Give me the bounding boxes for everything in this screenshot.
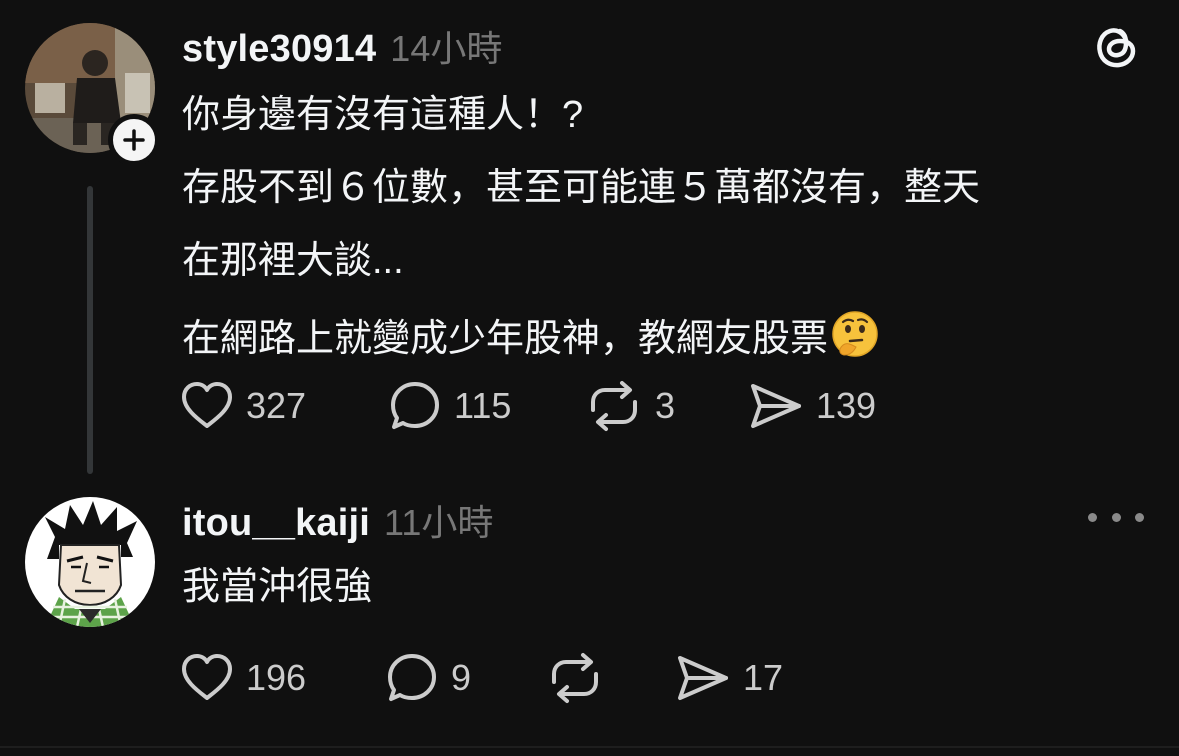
share-count: 17	[743, 657, 784, 698]
username[interactable]: style30914	[182, 28, 376, 71]
repost-button[interactable]	[546, 650, 616, 706]
comment-count: 115	[454, 385, 512, 426]
timestamp: 11小時	[384, 502, 494, 543]
thread-line	[87, 186, 93, 474]
more-horizontal-icon	[1111, 512, 1121, 522]
comment-button[interactable]: 115	[388, 378, 511, 434]
post-text-line: 你身邊有沒有這種人！?	[182, 94, 584, 136]
send-icon	[678, 656, 728, 700]
more-horizontal-icon	[1088, 512, 1097, 522]
comment-bubble-icon	[388, 654, 436, 701]
comment-count: 9	[451, 657, 472, 698]
comment-button[interactable]: 9	[385, 650, 471, 706]
username[interactable]: itou__kaiji	[182, 502, 370, 545]
send-icon	[751, 384, 801, 428]
repost-icon	[552, 653, 598, 703]
post-text-line: 在那裡大談...	[182, 240, 404, 282]
share-count: 139	[816, 385, 877, 426]
more-options-button[interactable]	[1088, 502, 1144, 532]
reply-text-line: 我當沖很強	[182, 566, 373, 608]
comment-bubble-icon	[391, 382, 439, 429]
heart-icon	[182, 382, 232, 428]
like-button[interactable]: 327	[180, 378, 306, 434]
divider	[0, 746, 1179, 748]
timestamp: 14小時	[390, 28, 503, 69]
like-button[interactable]: 196	[180, 650, 306, 706]
share-button[interactable]: 139	[748, 378, 876, 434]
post-text-line: 存股不到６位數，甚至可能連５萬都沒有，整天	[182, 167, 981, 209]
post-text: 你身邊有沒有這種人！? 存股不到６位數，甚至可能連５萬都沒有，整天 在那裡大談.…	[182, 90, 1142, 382]
follow-button[interactable]	[108, 114, 160, 166]
like-count: 327	[246, 385, 307, 426]
share-button[interactable]: 17	[675, 650, 783, 706]
repost-button[interactable]: 3	[585, 378, 675, 434]
threads-logo-icon[interactable]	[1090, 20, 1142, 72]
repost-count: 3	[655, 385, 676, 426]
reply-text: 我當沖很強	[182, 562, 1142, 635]
reply-header: itou__kaiji 11小時	[182, 494, 493, 546]
repost-icon	[591, 381, 637, 431]
more-horizontal-icon	[1135, 512, 1144, 522]
post-text-line-content: 在網路上就變成少年股神，教網友股票	[182, 318, 829, 360]
post-header: style30914 14小時	[182, 20, 502, 72]
thinking-face-emoji-icon	[830, 309, 880, 372]
avatar[interactable]	[25, 497, 155, 627]
plus-icon	[123, 129, 145, 151]
heart-icon	[182, 654, 232, 700]
post-text-line: 在網路上就變成少年股神，教網友股票	[182, 309, 1142, 360]
like-count: 196	[246, 657, 307, 698]
